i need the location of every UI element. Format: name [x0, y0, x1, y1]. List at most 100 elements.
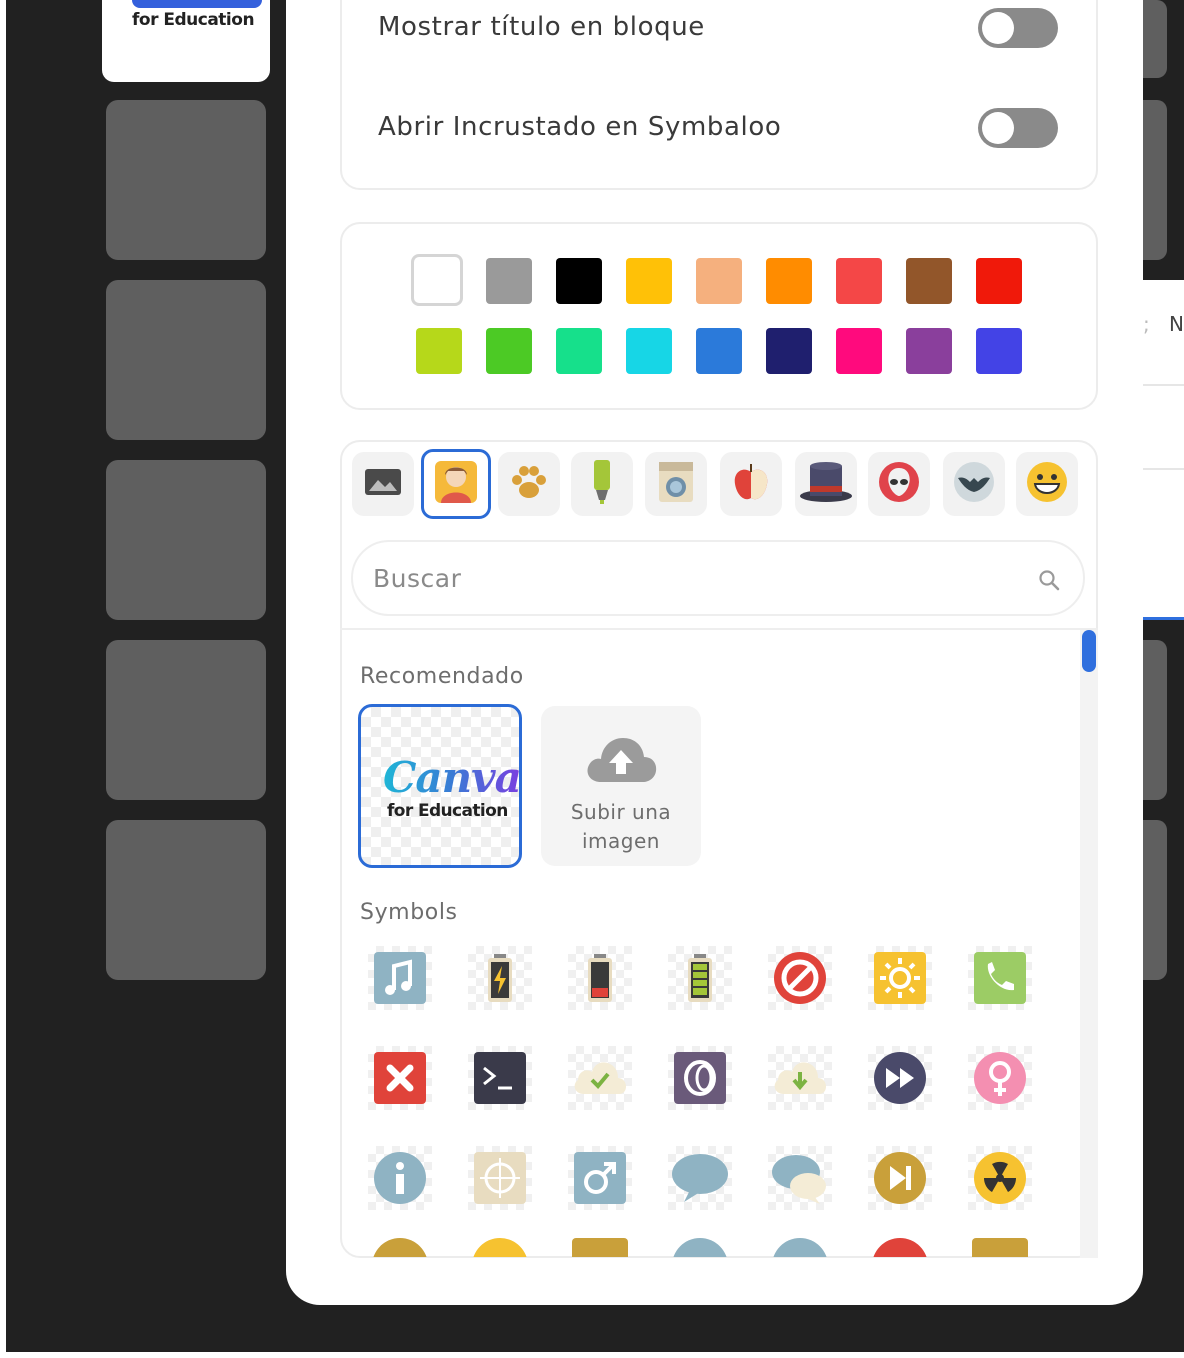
bat-icon	[952, 460, 996, 508]
open-embedded-label: Abrir Incrustado en Symbaloo	[378, 112, 782, 142]
show-title-toggle[interactable]	[978, 8, 1058, 48]
right-tile[interactable]	[1143, 0, 1167, 78]
symbol-tile-partial[interactable]	[672, 1238, 728, 1257]
symbol-tile[interactable]	[368, 1146, 432, 1210]
divider	[1143, 468, 1184, 470]
color-swatch[interactable]	[411, 254, 463, 306]
tab-alien[interactable]	[868, 452, 930, 516]
color-swatch[interactable]	[626, 328, 672, 374]
scrollbar-track[interactable]	[1080, 630, 1098, 1258]
symbol-tile[interactable]	[468, 1046, 532, 1110]
smiley-icon	[1025, 460, 1069, 508]
alien-icon	[877, 460, 921, 508]
tab-image[interactable]	[352, 452, 414, 516]
music-note-icon	[372, 950, 428, 1006]
tab-apple[interactable]	[720, 452, 782, 516]
tab-washing-machine[interactable]	[645, 452, 707, 516]
speech-bubble-icon	[670, 1150, 730, 1206]
right-tile[interactable]	[1143, 100, 1167, 260]
symbol-tile[interactable]	[768, 1046, 832, 1110]
window-edge-bottom	[0, 1352, 1184, 1358]
symbol-tile[interactable]	[468, 1146, 532, 1210]
symbol-tile-partial[interactable]	[572, 1238, 628, 1257]
symbol-tile[interactable]	[568, 1046, 632, 1110]
color-swatch[interactable]	[836, 258, 882, 304]
tab-bat[interactable]	[943, 452, 1005, 516]
tab-person[interactable]	[421, 449, 491, 519]
symbol-tile[interactable]	[968, 1046, 1032, 1110]
empty-tile[interactable]	[106, 460, 266, 620]
symbol-tile[interactable]	[768, 1146, 832, 1210]
color-swatch[interactable]	[696, 258, 742, 304]
color-swatch[interactable]	[906, 328, 952, 374]
symbol-tile[interactable]	[568, 946, 632, 1010]
color-swatch[interactable]	[696, 328, 742, 374]
symbol-tile[interactable]	[368, 946, 432, 1010]
color-swatch[interactable]	[486, 328, 532, 374]
right-tile[interactable]	[1143, 820, 1167, 980]
radiation-icon	[972, 1150, 1028, 1206]
apple-icon	[729, 460, 773, 508]
color-swatch[interactable]	[556, 258, 602, 304]
symbol-tile[interactable]	[968, 1146, 1032, 1210]
symbol-tile-partial[interactable]	[872, 1238, 928, 1257]
symbol-tile[interactable]	[668, 946, 732, 1010]
color-swatch[interactable]	[416, 328, 462, 374]
symbol-tile-partial[interactable]	[372, 1238, 428, 1257]
canva-tile[interactable]: for Education	[102, 0, 270, 82]
symbol-tile[interactable]	[768, 946, 832, 1010]
empty-tile[interactable]	[106, 640, 266, 800]
color-swatch[interactable]	[626, 258, 672, 304]
symbol-tile-partial[interactable]	[472, 1238, 528, 1257]
right-tile[interactable]	[1143, 640, 1167, 800]
symbol-tile[interactable]	[568, 1146, 632, 1210]
highlighter-icon	[590, 458, 614, 510]
phone-icon	[972, 950, 1028, 1006]
color-swatch[interactable]	[836, 328, 882, 374]
symbol-tile-partial[interactable]	[972, 1238, 1028, 1257]
color-swatch[interactable]	[766, 328, 812, 374]
color-swatch[interactable]	[766, 258, 812, 304]
search-icon[interactable]	[1037, 568, 1061, 596]
paw-icon	[507, 460, 551, 508]
open-embedded-toggle[interactable]	[978, 108, 1058, 148]
canva-logo-fragment	[132, 0, 262, 8]
battery-charging-icon	[472, 950, 528, 1006]
color-picker-card	[340, 222, 1098, 410]
washing-machine-icon	[656, 460, 696, 508]
skip-next-icon	[872, 1150, 928, 1206]
color-swatch[interactable]	[976, 328, 1022, 374]
search-input[interactable]: Buscar	[373, 564, 461, 593]
symbol-tile[interactable]	[468, 946, 532, 1010]
symbol-tile[interactable]	[868, 1046, 932, 1110]
scrollbar-thumb[interactable]	[1082, 630, 1096, 672]
symbol-tile[interactable]	[368, 1046, 432, 1110]
symbol-tile[interactable]	[668, 1046, 732, 1110]
cloud-check-icon	[570, 1050, 630, 1106]
opera-icon	[672, 1050, 728, 1106]
right-panel-text: N	[1169, 312, 1184, 336]
tab-paw[interactable]	[498, 452, 560, 516]
empty-tile[interactable]	[106, 100, 266, 260]
color-swatch[interactable]	[976, 258, 1022, 304]
search-field[interactable]: Buscar	[351, 540, 1085, 616]
color-swatch[interactable]	[906, 258, 952, 304]
symbol-tile[interactable]	[868, 1146, 932, 1210]
divider	[1143, 384, 1184, 386]
symbol-tile[interactable]	[868, 946, 932, 1010]
color-swatch[interactable]	[486, 258, 532, 304]
symbol-tile[interactable]	[668, 1146, 732, 1210]
empty-tile[interactable]	[106, 820, 266, 980]
tab-top-hat[interactable]	[795, 452, 857, 516]
symbol-tile[interactable]	[968, 946, 1032, 1010]
symbol-tile-partial[interactable]	[772, 1238, 828, 1257]
canva-tile-label: for Education	[132, 10, 255, 30]
target-icon	[472, 1150, 528, 1206]
color-swatch[interactable]	[556, 328, 602, 374]
tab-highlighter[interactable]	[571, 452, 633, 516]
person-icon	[431, 457, 481, 511]
symbols-grid	[341, 630, 1080, 1257]
close-x-icon	[372, 1050, 428, 1106]
empty-tile[interactable]	[106, 280, 266, 440]
tab-smiley[interactable]	[1016, 452, 1078, 516]
